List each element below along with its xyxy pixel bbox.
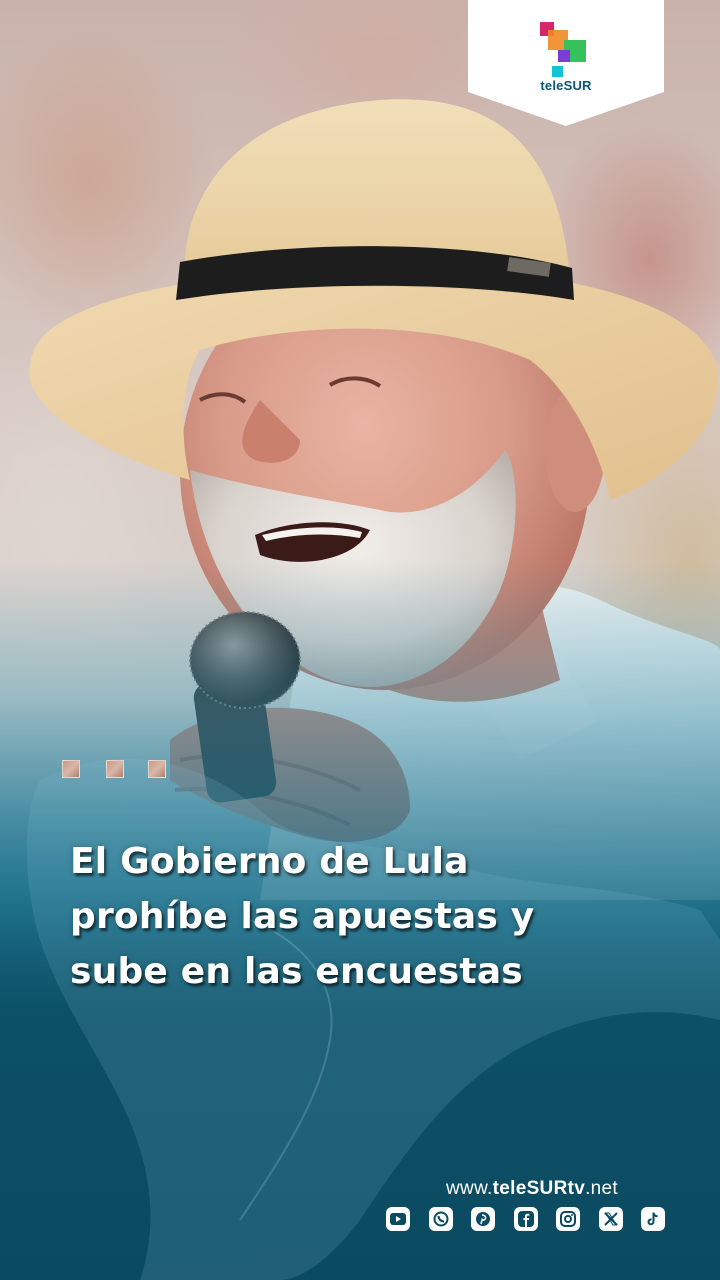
website-brand: teleSURtv — [492, 1178, 586, 1199]
tiktok-icon[interactable] — [641, 1207, 665, 1231]
logo-text: teleSUR — [540, 78, 592, 93]
whatsapp-icon[interactable] — [429, 1207, 453, 1231]
facebook-icon[interactable] — [514, 1207, 538, 1231]
story-card: teleSUR El Gobierno de Lula prohíbe las … — [0, 0, 720, 1280]
decorative-square — [148, 760, 166, 778]
website-suffix: .net — [585, 1178, 618, 1199]
headline-line-1: El Gobierno de Lula — [70, 841, 469, 882]
pinterest-icon[interactable] — [471, 1207, 495, 1231]
logo-badge-shape — [468, 0, 664, 126]
website-prefix: www. — [446, 1178, 493, 1199]
headline-line-2: prohíbe las apuestas y — [70, 896, 535, 937]
x-icon[interactable] — [599, 1207, 623, 1231]
telesur-logo-badge[interactable]: teleSUR — [468, 0, 664, 126]
website-link[interactable]: www.teleSURtv.net — [380, 1178, 618, 1200]
decorative-square — [62, 760, 80, 778]
headline-line-3: sube en las encuestas — [70, 951, 523, 992]
headline: El Gobierno de Lula prohíbe las apuestas… — [70, 834, 670, 999]
youtube-icon[interactable] — [386, 1207, 410, 1231]
decorative-square — [106, 760, 124, 778]
instagram-icon[interactable] — [556, 1207, 580, 1231]
